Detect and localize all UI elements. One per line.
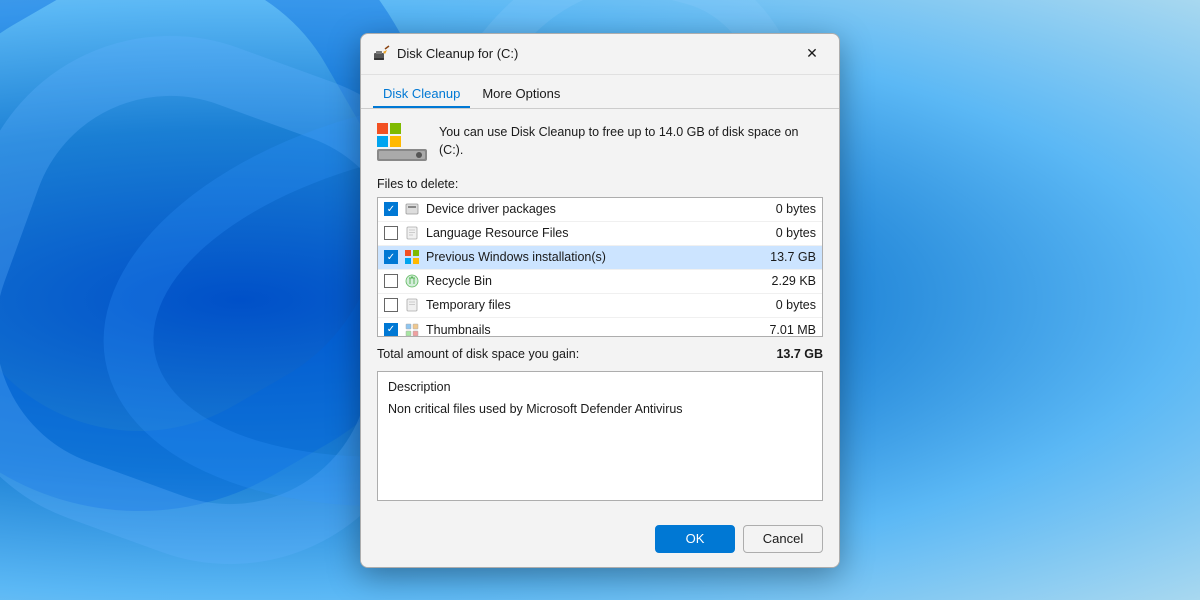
total-section: Total amount of disk space you gain: 13.… — [377, 347, 823, 361]
checkbox-device-driver[interactable]: ✓ — [384, 202, 398, 216]
disk-icon — [377, 123, 427, 163]
file-icon-prev-windows — [404, 249, 420, 265]
file-item-thumbnails[interactable]: ✓ Thumbnails 7.01 MB — [378, 318, 822, 337]
dialog-overlay: Disk Cleanup for (C:) ✕ Disk Cleanup Mor… — [0, 0, 1200, 600]
checkbox-prev-windows[interactable]: ✓ — [384, 250, 398, 264]
file-size-temp: 0 bytes — [776, 298, 816, 312]
file-size-prev-windows: 13.7 GB — [770, 250, 816, 264]
file-item-temp[interactable]: Temporary files 0 bytes — [378, 294, 822, 318]
checkbox-temp[interactable] — [384, 298, 398, 312]
file-name-device-driver: Device driver packages — [426, 202, 770, 216]
file-name-thumbnails: Thumbnails — [426, 323, 763, 337]
title-bar: Disk Cleanup for (C:) ✕ — [361, 34, 839, 75]
file-item-device-driver[interactable]: ✓ Device driver packages 0 bytes — [378, 198, 822, 222]
file-icon-language — [404, 225, 420, 241]
files-label: Files to delete: — [377, 177, 823, 191]
total-label: Total amount of disk space you gain: — [377, 347, 579, 361]
file-item-prev-windows[interactable]: ✓ Previous Windows installation(s) 13.7 … — [378, 246, 822, 270]
disk-cleanup-dialog: Disk Cleanup for (C:) ✕ Disk Cleanup Mor… — [360, 33, 840, 568]
tab-more-options[interactable]: More Options — [472, 81, 570, 108]
dialog-footer: OK Cancel — [361, 515, 839, 567]
file-item-recycle-bin[interactable]: Recycle Bin 2.29 KB — [378, 270, 822, 294]
checkbox-thumbnails[interactable]: ✓ — [384, 323, 398, 337]
file-icon-recycle-bin — [404, 273, 420, 289]
checkbox-recycle-bin[interactable] — [384, 274, 398, 288]
header-description: You can use Disk Cleanup to free up to 1… — [439, 123, 823, 161]
description-title: Description — [388, 380, 812, 394]
total-value: 13.7 GB — [776, 347, 823, 361]
ok-button[interactable]: OK — [655, 525, 735, 553]
cancel-button[interactable]: Cancel — [743, 525, 823, 553]
header-section: You can use Disk Cleanup to free up to 1… — [377, 123, 823, 163]
dialog-title: Disk Cleanup for (C:) — [397, 46, 518, 61]
dialog-body: You can use Disk Cleanup to free up to 1… — [361, 109, 839, 515]
file-size-thumbnails: 7.01 MB — [769, 323, 816, 337]
file-size-device-driver: 0 bytes — [776, 202, 816, 216]
file-icon-device-driver — [404, 201, 420, 217]
description-text: Non critical files used by Microsoft Def… — [388, 400, 812, 419]
file-name-temp: Temporary files — [426, 298, 770, 312]
file-icon-temp — [404, 297, 420, 313]
file-size-language: 0 bytes — [776, 226, 816, 240]
tab-bar: Disk Cleanup More Options — [361, 75, 839, 109]
file-item-language[interactable]: Language Resource Files 0 bytes — [378, 222, 822, 246]
file-name-language: Language Resource Files — [426, 226, 770, 240]
disk-icon-container — [377, 123, 427, 163]
file-name-prev-windows: Previous Windows installation(s) — [426, 250, 764, 264]
tab-disk-cleanup[interactable]: Disk Cleanup — [373, 81, 470, 108]
file-size-recycle-bin: 2.29 KB — [772, 274, 816, 288]
checkbox-language[interactable] — [384, 226, 398, 240]
file-icon-thumbnails — [404, 322, 420, 337]
disk-cleanup-icon — [373, 45, 391, 63]
close-button[interactable]: ✕ — [797, 42, 827, 66]
description-section: Description Non critical files used by M… — [377, 371, 823, 501]
file-name-recycle-bin: Recycle Bin — [426, 274, 766, 288]
files-list[interactable]: ✓ Device driver packages 0 bytes Languag… — [377, 197, 823, 337]
title-bar-left: Disk Cleanup for (C:) — [373, 45, 518, 63]
